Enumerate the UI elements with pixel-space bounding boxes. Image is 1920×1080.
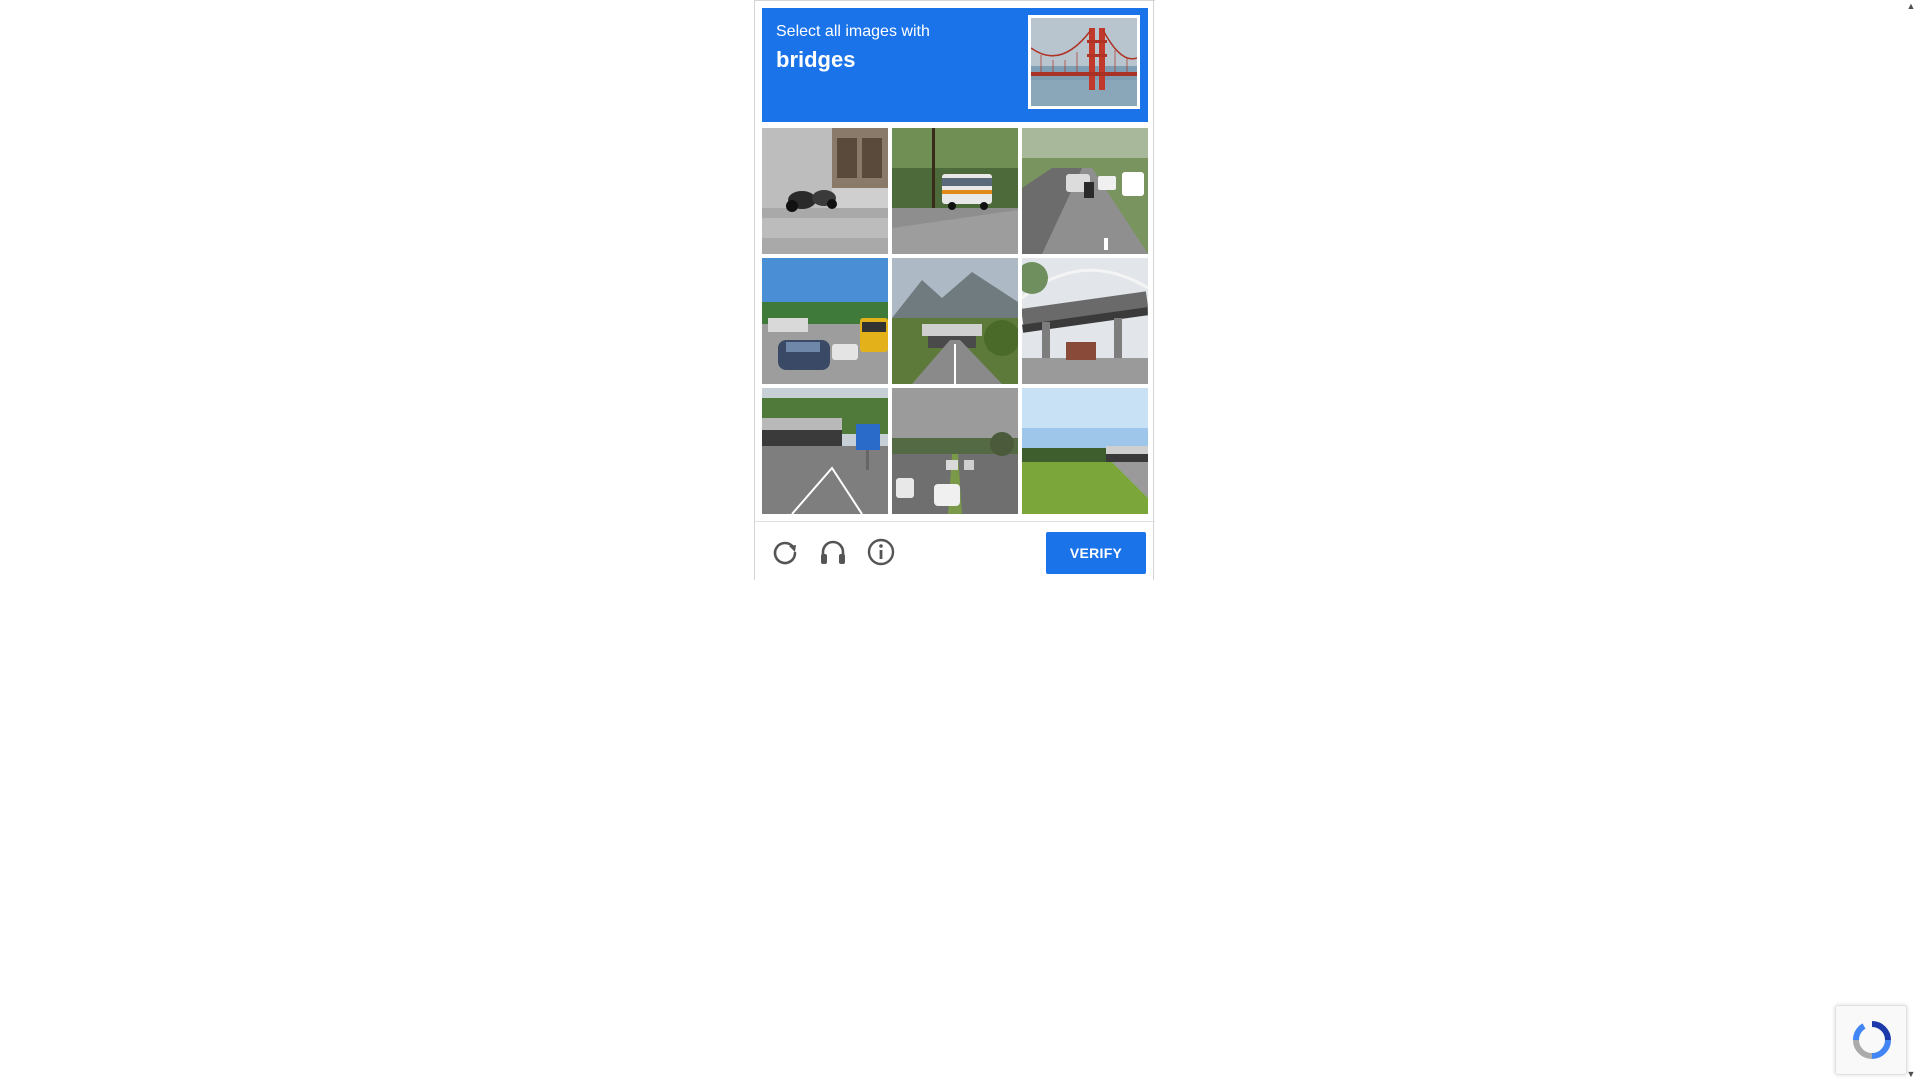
image-tile[interactable] bbox=[892, 258, 1018, 384]
image-grid bbox=[762, 128, 1148, 514]
prompt-instruction: Select all images with bbox=[776, 23, 930, 40]
challenge-header: Select all images with bridges bbox=[762, 8, 1148, 122]
recaptcha-badge[interactable] bbox=[1835, 1005, 1907, 1075]
image-tile[interactable] bbox=[1022, 388, 1148, 514]
info-icon[interactable] bbox=[865, 536, 897, 568]
image-tile[interactable] bbox=[762, 258, 888, 384]
reload-icon[interactable] bbox=[769, 536, 801, 568]
image-tile[interactable] bbox=[762, 388, 888, 514]
sample-image bbox=[1028, 15, 1140, 109]
image-tile[interactable] bbox=[1022, 128, 1148, 254]
image-tile[interactable] bbox=[762, 128, 888, 254]
headphones-icon[interactable] bbox=[817, 536, 849, 568]
page: Select all images with bridges VERIFY ▲ … bbox=[0, 0, 1920, 1080]
image-tile[interactable] bbox=[1022, 258, 1148, 384]
captcha-challenge: Select all images with bridges VERIFY bbox=[754, 0, 1155, 580]
image-tile[interactable] bbox=[892, 128, 1018, 254]
scroll-down-arrow[interactable]: ▼ bbox=[1906, 1070, 1916, 1079]
recaptcha-logo-icon bbox=[1852, 1021, 1891, 1059]
scroll-up-arrow[interactable]: ▲ bbox=[1906, 2, 1916, 11]
image-tile[interactable] bbox=[892, 388, 1018, 514]
verify-button[interactable]: VERIFY bbox=[1046, 532, 1146, 574]
prompt-target: bridges bbox=[776, 47, 856, 72]
challenge-footer: VERIFY bbox=[755, 521, 1155, 580]
